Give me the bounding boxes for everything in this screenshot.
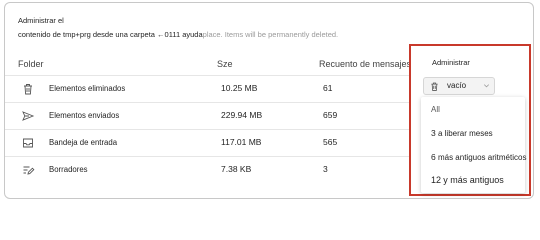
message-count: 61 <box>323 83 333 93</box>
menu-option-12-months[interactable]: 12 y más antiguos <box>431 175 504 185</box>
folder-size: 7.38 KB <box>221 164 252 174</box>
folder-size: 229.94 MB <box>221 110 263 120</box>
column-header-size[interactable]: Sze <box>217 59 233 69</box>
description-tail: place. Items will be permanently deleted… <box>202 30 339 39</box>
table-row[interactable]: Elementos eliminados 10.25 MB 61 <box>5 75 415 103</box>
description-line2: contenido de tmp+prg desde una carpeta ←… <box>18 30 203 39</box>
dropdown-selected-value: vacío <box>447 81 467 90</box>
table-header: Folder Sze Recuento de mensajes <box>5 53 415 75</box>
message-count: 565 <box>323 137 338 147</box>
empty-dropdown[interactable]: vacío <box>423 77 495 95</box>
message-count: 3 <box>323 164 328 174</box>
menu-option-6-months[interactable]: 6 más antiguos aritméticos <box>431 152 526 162</box>
folder-name: Elementos eliminados <box>49 84 126 93</box>
table-row[interactable]: Elementos enviados 229.94 MB 659 <box>5 102 415 130</box>
inbox-icon <box>23 138 33 148</box>
folder-size: 10.25 MB <box>221 83 258 93</box>
trash-icon <box>24 84 32 95</box>
folder-size: 117.01 MB <box>221 137 262 147</box>
message-count: 659 <box>323 110 338 120</box>
draft-icon <box>23 166 35 175</box>
dropdown-menu: All 3 a liberar meses 6 más antiguos ari… <box>421 97 526 193</box>
column-header-folder[interactable]: Folder <box>18 59 44 69</box>
folder-name: Elementos enviados <box>49 111 120 120</box>
trash-icon <box>431 82 438 91</box>
folder-name: Bandeja de entrada <box>49 138 118 147</box>
table-row[interactable]: Borradores 7.38 KB 3 <box>5 156 415 184</box>
manage-highlight: Administrar vacío All 3 a liberar meses … <box>409 44 531 196</box>
description: Administrar el contenido de tmp+prg desd… <box>18 14 348 42</box>
manage-column-title: Administrar <box>432 58 470 67</box>
column-header-count[interactable]: Recuento de mensajes <box>319 59 411 69</box>
chevron-down-icon <box>483 84 490 88</box>
folder-name: Borradores <box>49 165 88 174</box>
send-icon <box>22 111 35 121</box>
table-row[interactable]: Bandeja de entrada 117.01 MB 565 <box>5 129 415 157</box>
menu-option-all[interactable]: All <box>431 105 440 114</box>
description-line1: Administrar el <box>18 16 64 25</box>
menu-option-3-months[interactable]: 3 a liberar meses <box>431 128 493 138</box>
